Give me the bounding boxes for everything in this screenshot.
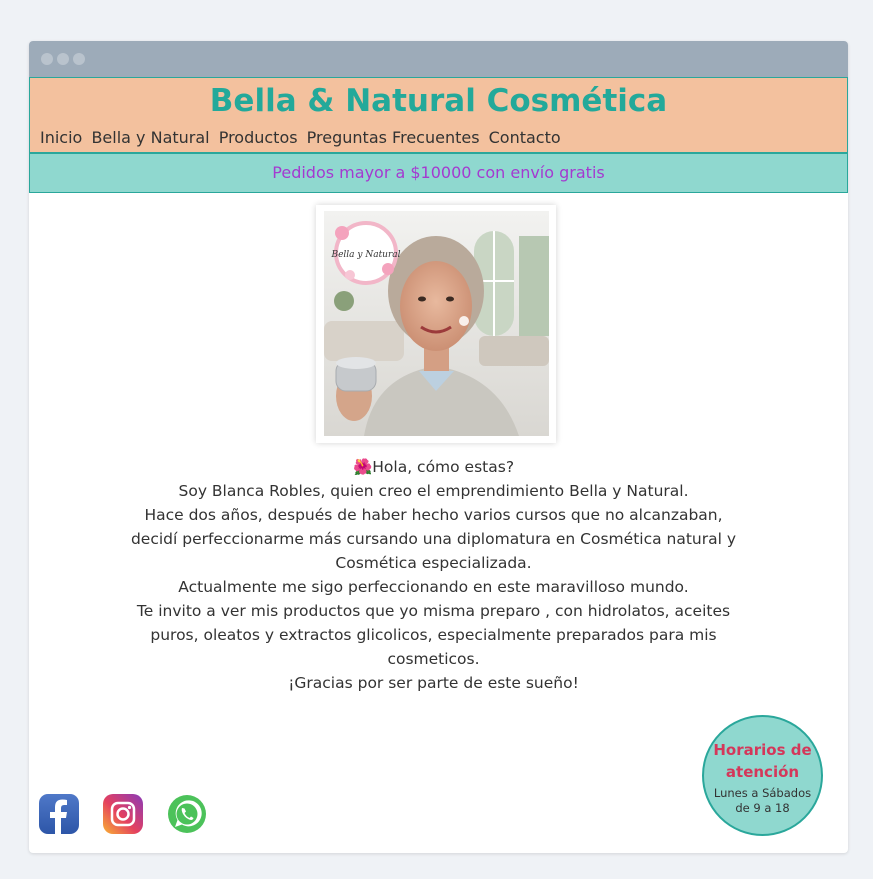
hours-days: Lunes a Sábados — [713, 786, 812, 800]
flower-icon: 🌺 — [352, 458, 373, 476]
profile-photo-frame: Bella y Natural — [316, 205, 556, 443]
nav-item-productos[interactable]: Productos — [219, 128, 298, 147]
nav-item-inicio[interactable]: Inicio — [40, 128, 82, 147]
brand-logo: Bella y Natural — [330, 250, 400, 260]
facebook-icon[interactable] — [39, 794, 79, 834]
bio-line: Hace dos años, después de haber hecho va… — [130, 506, 737, 572]
nav-item-bella-y-natural[interactable]: Bella y Natural — [91, 128, 209, 147]
site-header: Bella & Natural Cosmética Inicio Bella y… — [29, 77, 848, 153]
window-dot-icon — [73, 53, 85, 65]
bio-line: Actualmente me sigo perfeccionando en es… — [178, 578, 689, 596]
hours-title: Horarios de atención — [713, 741, 812, 781]
bio-greeting: 🌺Hola, cómo estas? — [352, 458, 515, 476]
window-dot-icon — [41, 53, 53, 65]
bio-line: ¡Gracias por ser parte de este sueño! — [288, 674, 579, 692]
hours-time: de 9 a 18 — [735, 801, 790, 815]
window-dot-icon — [57, 53, 69, 65]
opening-hours-badge: Horarios de atención Lunes a Sábados de … — [702, 715, 823, 836]
site-title: Bella & Natural Cosmética — [209, 83, 668, 119]
whatsapp-icon[interactable] — [167, 794, 207, 834]
main-nav: Inicio Bella y Natural Productos Pregunt… — [40, 128, 565, 147]
bio-line: Soy Blanca Robles, quien creo el emprend… — [178, 482, 689, 500]
promo-banner: Pedidos mayor a $10000 con envío gratis — [29, 153, 848, 193]
nav-item-preguntas-frecuentes[interactable]: Preguntas Frecuentes — [307, 128, 480, 147]
profile-photo: Bella y Natural — [324, 211, 549, 436]
bio-line: Te invito a ver mis productos que yo mis… — [136, 602, 731, 668]
nav-item-contacto[interactable]: Contacto — [489, 128, 561, 147]
window-titlebar — [29, 41, 848, 77]
bio-text: 🌺Hola, cómo estas? Soy Blanca Robles, qu… — [119, 455, 748, 695]
instagram-icon[interactable] — [103, 794, 143, 834]
browser-window: Bella & Natural Cosmética Inicio Bella y… — [29, 41, 848, 853]
